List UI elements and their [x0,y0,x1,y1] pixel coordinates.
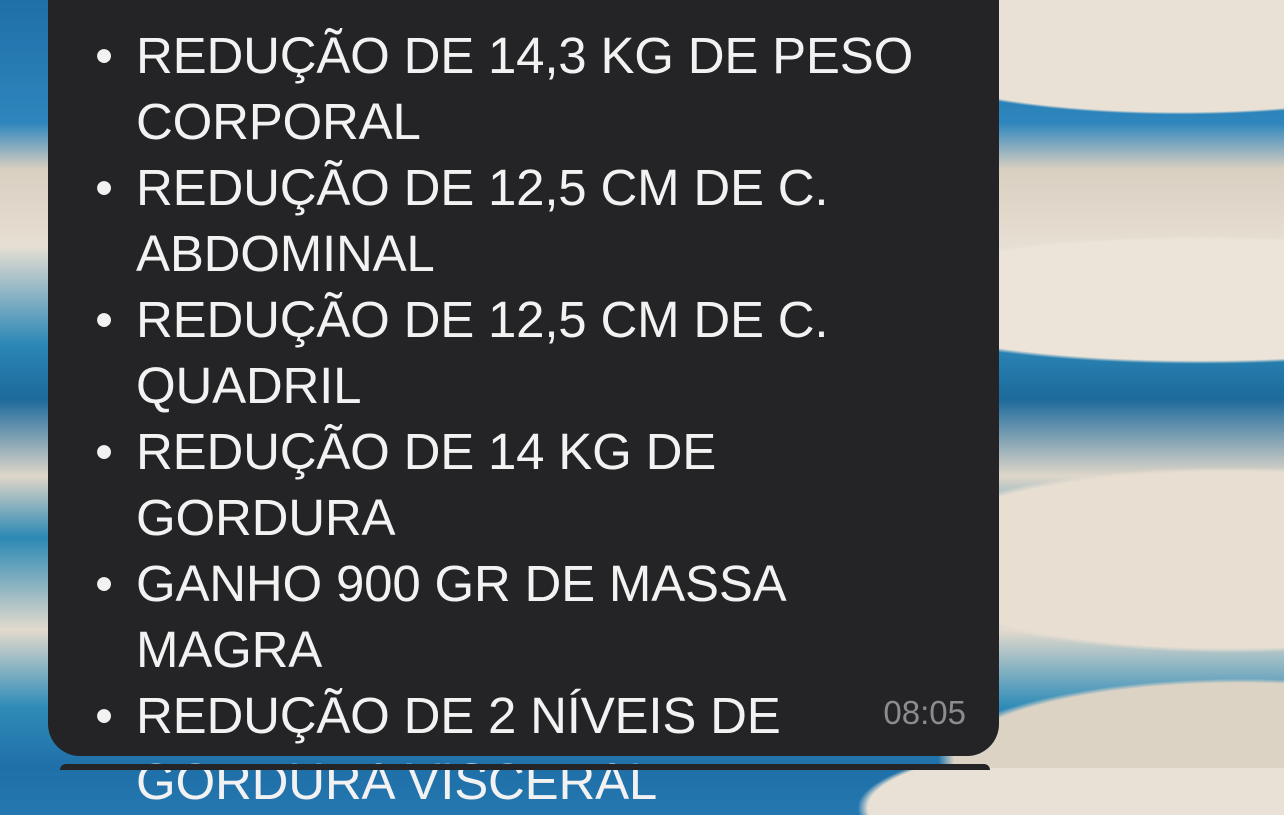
message-bubble[interactable]: • REDUÇÃO DE 14,3 KG DE PESO CORPORAL • RE… [48,0,999,810]
list-item-text: REDUÇÃO DE 2 NÍVEIS DE GORDURA VISCERAL [136,687,781,810]
bullet-icon: • [95,159,113,216]
message-timestamp: 08:05 [883,694,966,731]
list-item-text: GANHO 900 GR DE MASSA MAGRA [136,555,784,678]
next-message-bubble[interactable] [60,764,990,770]
list-item-text: REDUÇÃO DE 14,3 KG DE PESO CORPORAL [136,27,914,150]
bullet-icon: • [95,291,113,348]
list-item-text: REDUÇÃO DE 12,5 CM DE C. QUADRIL [136,291,829,414]
list-item-text: REDUÇÃO DE 14 KG DE GORDURA [136,423,717,546]
bullet-icon: • [95,555,113,612]
list-item: • GANHO 900 GR DE MASSA MAGRA [48,551,978,683]
list-item: • REDUÇÃO DE 14,3 KG DE PESO CORPORAL [48,23,978,155]
bullet-icon: • [95,27,113,84]
list-item: • REDUÇÃO DE 12,5 CM DE C. QUADRIL [48,287,978,419]
list-item: • REDUÇÃO DE 2 NÍVEIS DE GORDURA VISCERAL [48,683,978,815]
list-item: • REDUÇÃO DE 12,5 CM DE C. ABDOMINAL [48,155,978,287]
message-bullet-list: • REDUÇÃO DE 14,3 KG DE PESO CORPORAL • RE… [48,23,978,815]
list-item-text: REDUÇÃO DE 12,5 CM DE C. ABDOMINAL [136,159,829,282]
list-item: • REDUÇÃO DE 14 KG DE GORDURA [48,419,978,551]
bullet-icon: • [95,687,113,744]
bullet-icon: • [95,423,113,480]
